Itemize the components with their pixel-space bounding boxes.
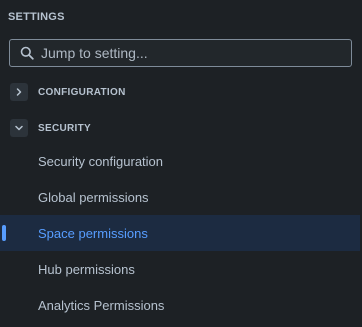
- nav-item-analytics-permissions[interactable]: Analytics Permissions: [0, 287, 360, 323]
- section-label-security: SECURITY: [38, 122, 91, 134]
- nav-item-label: Space permissions: [38, 225, 148, 241]
- settings-heading: SETTINGS: [8, 11, 65, 23]
- search-input[interactable]: [41, 45, 331, 61]
- nav-item-label: Hub permissions: [38, 261, 135, 277]
- chevron-right-icon[interactable]: [10, 83, 28, 101]
- nav-item-label: Global permissions: [38, 189, 149, 205]
- search-icon: [20, 46, 34, 60]
- nav-item-security-configuration[interactable]: Security configuration: [0, 143, 360, 179]
- nav-item-label: Security configuration: [38, 153, 164, 169]
- section-configuration[interactable]: CONFIGURATION: [10, 83, 126, 101]
- nav-item-global-permissions[interactable]: Global permissions: [0, 179, 360, 215]
- search-box[interactable]: [9, 39, 352, 67]
- nav-item-hub-permissions[interactable]: Hub permissions: [0, 251, 360, 287]
- nav-item-label: Analytics Permissions: [38, 297, 165, 313]
- chevron-down-icon[interactable]: [10, 119, 28, 137]
- nav-item-space-permissions[interactable]: Space permissions: [0, 215, 360, 251]
- section-security[interactable]: SECURITY: [10, 119, 91, 137]
- settings-sidebar: SETTINGS CONFIGURATION SECURITY Security…: [0, 0, 362, 327]
- selected-indicator: [2, 225, 6, 241]
- section-label-configuration: CONFIGURATION: [38, 86, 126, 98]
